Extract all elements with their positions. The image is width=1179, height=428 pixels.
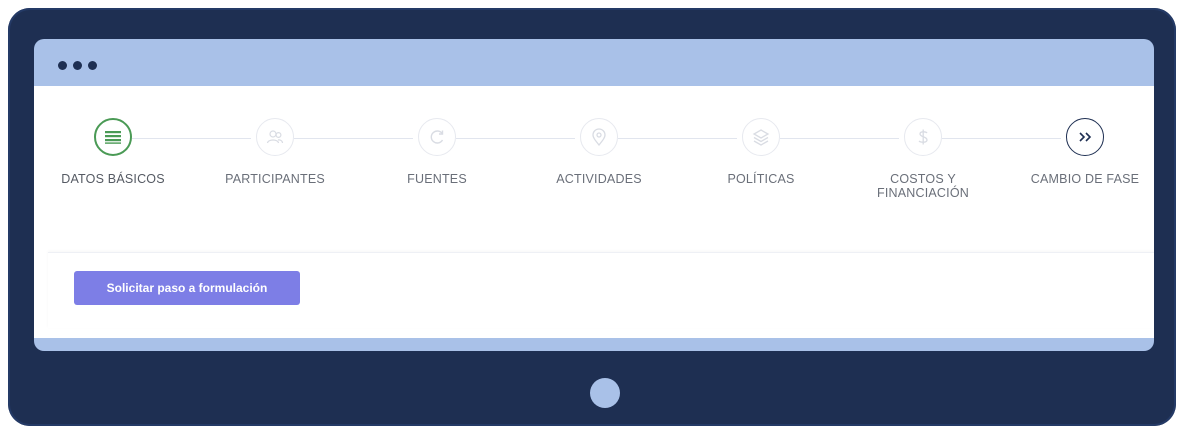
location-pin-icon [592,128,606,146]
request-formulation-button[interactable]: Solicitar paso a formulación [74,271,300,305]
step-datos-basicos[interactable]: DATOS BÁSICOS [43,118,183,186]
step-cambio-de-fase[interactable]: CAMBIO DE FASE [1015,118,1154,186]
window-dot-3[interactable] [88,61,97,70]
step-circle-datos-basicos[interactable] [94,118,132,156]
layers-icon [752,129,770,146]
step-label: COSTOS Y FINANCIACIÓN [877,172,969,200]
step-circle-cambio-de-fase[interactable] [1066,118,1104,156]
step-label: POLÍTICAS [727,172,795,186]
action-card: Solicitar paso a formulación [48,252,1154,328]
step-participantes[interactable]: PARTICIPANTES [205,118,345,186]
step-label: FUENTES [407,172,467,186]
step-costos-financiacion[interactable]: COSTOS Y FINANCIACIÓN [853,118,993,200]
monitor-power-button[interactable] [590,378,620,408]
step-circle-politicas[interactable] [742,118,780,156]
step-actividades[interactable]: ACTIVIDADES [529,118,669,186]
step-label: DATOS BÁSICOS [61,172,165,186]
list-icon [105,131,121,144]
window-dot-2[interactable] [73,61,82,70]
window-controls [58,61,97,70]
step-circle-fuentes[interactable] [418,118,456,156]
step-politicas[interactable]: POLÍTICAS [691,118,831,186]
window-dot-1[interactable] [58,61,67,70]
browser-window: DATOS BÁSICOS PARTICIPANTES FUENTES ACTI… [34,39,1154,351]
users-icon [266,130,284,144]
dollar-icon [918,129,928,145]
page-content: DATOS BÁSICOS PARTICIPANTES FUENTES ACTI… [34,86,1154,338]
monitor-frame: DATOS BÁSICOS PARTICIPANTES FUENTES ACTI… [8,8,1176,426]
refresh-icon [430,130,444,144]
step-label: ACTIVIDADES [556,172,642,186]
step-label: PARTICIPANTES [225,172,325,186]
step-circle-actividades[interactable] [580,118,618,156]
step-circle-costos-financiacion[interactable] [904,118,942,156]
step-circle-participantes[interactable] [256,118,294,156]
double-chevron-right-icon [1079,132,1092,142]
phase-stepper: DATOS BÁSICOS PARTICIPANTES FUENTES ACTI… [34,86,1154,216]
step-fuentes[interactable]: FUENTES [367,118,507,186]
step-label: CAMBIO DE FASE [1030,172,1140,186]
